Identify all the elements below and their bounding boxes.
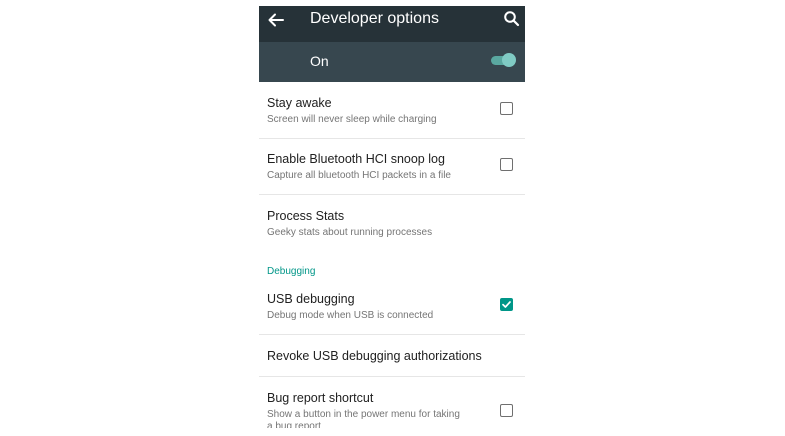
setting-stay-awake[interactable]: Stay awake Screen will never sleep while… xyxy=(259,82,525,138)
setting-title: Bug report shortcut xyxy=(267,391,374,405)
arrow-back-icon[interactable] xyxy=(267,11,285,29)
usb-debugging-checkbox[interactable] xyxy=(500,298,513,311)
setting-summary: Capture all bluetooth HCI packets in a f… xyxy=(267,170,451,181)
setting-bluetooth-hci-snoop-log[interactable]: Enable Bluetooth HCI snoop log Capture a… xyxy=(259,139,525,194)
setting-title: Revoke USB debugging authorizations xyxy=(267,349,482,363)
setting-bug-report-shortcut[interactable]: Bug report shortcut Show a button in the… xyxy=(259,377,525,428)
page-title: Developer options xyxy=(310,10,439,27)
setting-summary: Debug mode when USB is connected xyxy=(267,310,434,321)
setting-usb-debugging[interactable]: USB debugging Debug mode when USB is con… xyxy=(259,278,525,334)
bug-report-shortcut-checkbox[interactable] xyxy=(500,404,513,417)
master-switch-thumb[interactable] xyxy=(502,53,516,67)
setting-title: Process Stats xyxy=(267,209,345,223)
master-switch-bar[interactable]: On xyxy=(259,42,525,82)
stay-awake-checkbox[interactable] xyxy=(500,102,513,115)
checkmark-icon xyxy=(502,301,511,308)
app-bar: Developer options xyxy=(259,6,525,42)
master-switch-label: On xyxy=(310,53,329,69)
section-header-debugging: Debugging xyxy=(267,266,316,277)
setting-summary-line-2: a bug report xyxy=(267,421,321,428)
setting-process-stats[interactable]: Process Stats Geeky stats about running … xyxy=(259,195,525,251)
developer-options-screen: Developer options On Stay awake Screen w… xyxy=(259,6,525,428)
bluetooth-hci-checkbox[interactable] xyxy=(500,158,513,171)
setting-summary: Screen will never sleep while charging xyxy=(267,114,437,125)
setting-revoke-usb-debugging[interactable]: Revoke USB debugging authorizations xyxy=(259,335,525,376)
setting-title: Enable Bluetooth HCI snoop log xyxy=(267,152,445,166)
setting-title: Stay awake xyxy=(267,96,332,110)
setting-summary: Geeky stats about running processes xyxy=(267,227,433,238)
search-icon[interactable] xyxy=(503,10,520,27)
setting-title: USB debugging xyxy=(267,292,355,306)
